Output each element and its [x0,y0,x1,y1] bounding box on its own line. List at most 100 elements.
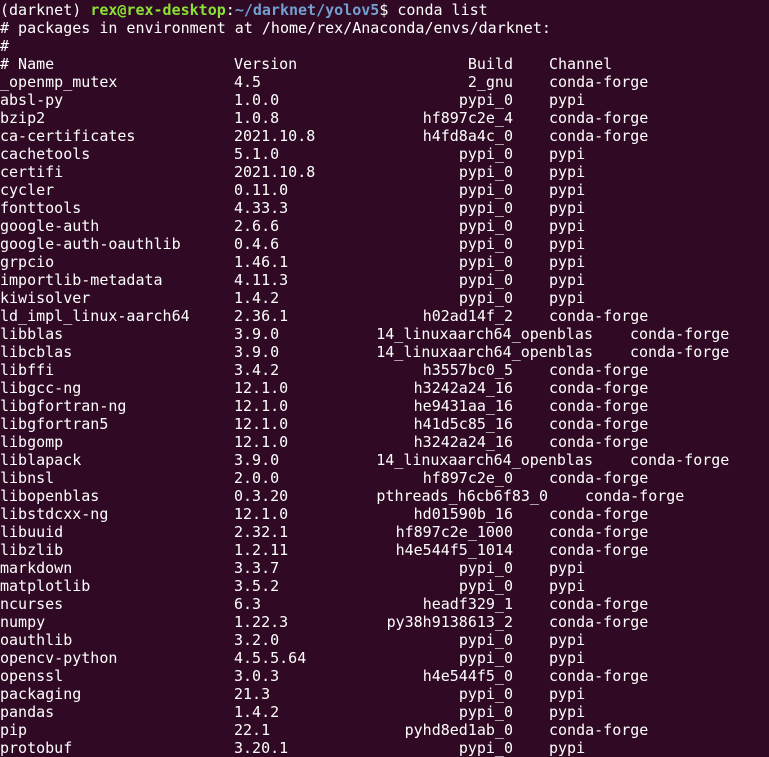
package-channel: conda-forge [549,379,649,397]
package-version: 1.4.2 [234,289,280,307]
package-channel: conda-forge [549,541,649,559]
package-name: libgfortran5 [0,415,109,433]
package-build: pypi_0 [458,739,513,757]
package-channel: pypi [549,253,586,271]
package-build: h4fd8a4c_0 [422,127,513,145]
package-row: libgfortran5 12.1.0 h41d5c85_16 conda-forge [0,415,769,433]
package-name: matplotlib [0,577,91,595]
package-build: pypi_0 [458,631,513,649]
package-build: hf897c2e_0 [422,469,513,487]
package-name: libopenblas [0,487,100,505]
package-build: pyhd8ed1ab_0 [404,721,513,739]
package-channel: pypi [549,685,586,703]
package-version: 2021.10.8 [234,127,316,145]
package-channel: pypi [549,631,586,649]
package-build: pypi_0 [458,217,513,235]
package-version: 3.4.2 [234,361,280,379]
package-version: 2.36.1 [234,307,289,325]
package-name: liblapack [0,451,82,469]
package-channel: pypi [549,91,586,109]
package-channel: conda-forge [549,127,649,145]
package-build: pypi_0 [458,235,513,253]
package-row: matplotlib 3.5.2 pypi_0 pypi [0,577,769,595]
package-build: pypi_0 [458,253,513,271]
package-build: h4e544f5_1014 [395,541,513,559]
package-channel: pypi [549,649,586,667]
package-name: oauthlib [0,631,73,649]
package-version: 1.2.11 [234,541,289,559]
package-channel: pypi [549,217,586,235]
package-channel: pypi [549,145,586,163]
package-build: 14_linuxaarch64_openblas [376,325,593,343]
package-channel: conda-forge [549,307,649,325]
package-build: pypi_0 [458,559,513,577]
package-name: libzlib [0,541,64,559]
package-build: 14_linuxaarch64_openblas [376,451,593,469]
package-version: 12.1.0 [234,415,289,433]
package-name: pip [0,721,28,739]
package-channel: pypi [549,739,586,757]
env-header-line: # packages in environment at /home/rex/A… [0,19,551,37]
package-build: h3557bc0_5 [422,361,513,379]
package-build: pypi_0 [458,199,513,217]
package-row: pandas 1.4.2 pypi_0 pypi [0,703,769,721]
package-name: protobuf [0,739,73,757]
package-version: 21.3 [234,685,271,703]
package-build: headf329_1 [422,595,513,613]
package-name: opencv-python [0,649,118,667]
package-name: absl-py [0,91,64,109]
package-row: libuuid 2.32.1 hf897c2e_1000 conda-forge [0,523,769,541]
package-row: libcblas 3.9.0 14_linuxaarch64_openblas con… [0,343,769,361]
package-row: oauthlib 3.2.0 pypi_0 pypi [0,631,769,649]
package-row: libopenblas 0.3.20 pthreads_h6cb6f83_0 cond… [0,487,769,505]
package-name: _openmp_mutex [0,73,118,91]
package-name: libcblas [0,343,73,361]
package-row: certifi 2021.10.8 pypi_0 pypi [0,163,769,181]
package-row: libgomp 12.1.0 h3242a24_16 conda-forge [0,433,769,451]
package-build: h4e544f5_0 [422,667,513,685]
package-version: 4.33.3 [234,199,289,217]
package-version: 0.3.20 [234,487,289,505]
package-version: 12.1.0 [234,379,289,397]
package-channel: pypi [549,271,586,289]
package-build: hf897c2e_1000 [395,523,513,541]
package-name: libgcc-ng [0,379,82,397]
package-channel: conda-forge [549,667,649,685]
package-name: libgfortran-ng [0,397,127,415]
package-channel: conda-forge [549,505,649,523]
package-version: 0.4.6 [234,235,280,253]
column-header-channel: Channel [549,55,613,73]
command-text: conda list [397,1,488,19]
command-prompt-line: (darknet) rex@rex-desktop:~/darknet/yolo… [0,1,769,19]
package-version: 4.5.5.64 [234,649,307,667]
package-build: pypi_0 [458,649,513,667]
package-version: 3.9.0 [234,325,280,343]
package-row: pip 22.1 pyhd8ed1ab_0 conda-forge [0,721,769,739]
package-row: libgcc-ng 12.1.0 h3242a24_16 conda-forge [0,379,769,397]
package-channel: conda-forge [549,109,649,127]
package-row: ncurses 6.3 headf329_1 conda-forge [0,595,769,613]
package-build: pypi_0 [458,181,513,199]
package-row: kiwisolver 1.4.2 pypi_0 pypi [0,289,769,307]
package-name: certifi [0,163,64,181]
package-name: kiwisolver [0,289,91,307]
package-name: ncurses [0,595,64,613]
package-build: pypi_0 [458,91,513,109]
package-row: libblas 3.9.0 14_linuxaarch64_openblas cond… [0,325,769,343]
package-version: 12.1.0 [234,397,289,415]
package-row: libffi 3.4.2 h3557bc0_5 conda-forge [0,361,769,379]
terminal-window[interactable]: (darknet) rex@rex-desktop:~/darknet/yolo… [0,0,769,757]
package-channel: pypi [549,289,586,307]
package-build: pypi_0 [458,685,513,703]
package-channel: pypi [549,181,586,199]
package-row: opencv-python 4.5.5.64 pypi_0 pypi [0,649,769,667]
package-name: libuuid [0,523,64,541]
package-version: 2.6.6 [234,217,280,235]
package-name: bzip2 [0,109,46,127]
package-version: 1.22.3 [234,613,289,631]
package-row: protobuf 3.20.1 pypi_0 pypi [0,739,769,757]
package-row: libstdcxx-ng 12.1.0 hd01590b_16 conda-forge [0,505,769,523]
package-row: liblapack 3.9.0 14_linuxaarch64_openblas co… [0,451,769,469]
package-version: 3.3.7 [234,559,280,577]
package-name: libblas [0,325,64,343]
